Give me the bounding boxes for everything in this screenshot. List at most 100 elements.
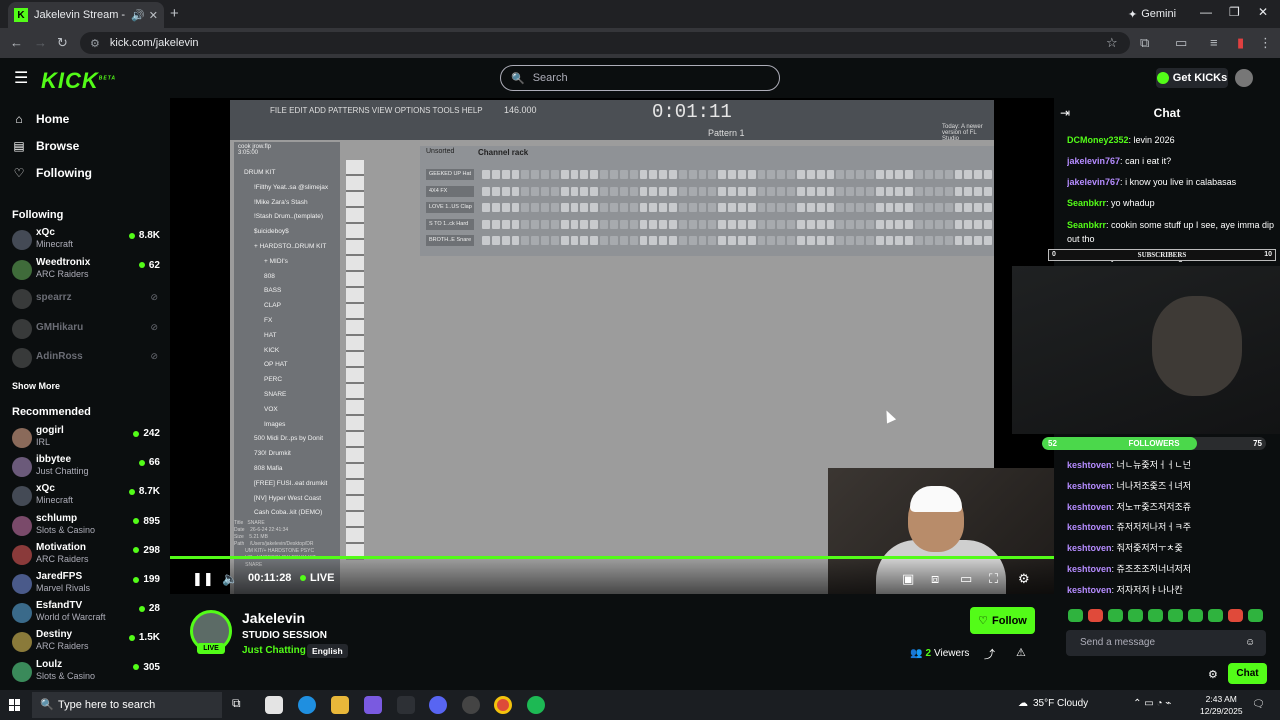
sidebar-channel[interactable]: GMHikaru ⊘ — [12, 314, 160, 342]
more-menu-icon[interactable]: ⋮ — [1259, 35, 1272, 51]
chat-send-button[interactable]: Chat — [1228, 663, 1267, 684]
chat-username[interactable]: keshtoven — [1067, 543, 1112, 553]
chrome-icon[interactable] — [494, 696, 512, 714]
emote-icon[interactable] — [1128, 609, 1143, 622]
chat-username[interactable]: DCMoney2352 — [1067, 135, 1129, 145]
chat-settings-icon[interactable]: ⚙ — [1208, 668, 1218, 681]
site-info-icon[interactable]: ⚙ — [90, 37, 100, 50]
chat-username[interactable]: keshtoven — [1067, 481, 1112, 491]
cast-icon[interactable]: ▭ — [1175, 35, 1187, 51]
nav-home[interactable]: ⌂ Home — [12, 112, 69, 126]
bookmark-star-icon[interactable]: ☆ — [1106, 35, 1118, 51]
emote-icon[interactable] — [1208, 609, 1223, 622]
kick-logo[interactable]: KICKBETA — [41, 68, 116, 94]
app-icon-2[interactable] — [397, 696, 415, 714]
audio-icon[interactable]: 🔊 — [131, 9, 145, 22]
get-kicks-button[interactable]: Get KICKs — [1156, 68, 1228, 88]
volume-icon[interactable]: 🔈 — [222, 571, 238, 587]
discord-icon[interactable] — [429, 696, 447, 714]
search-input[interactable]: 🔍 Search — [500, 65, 780, 91]
sidebar-channel[interactable]: EsfandTV World of Warcraft 28 — [12, 598, 160, 626]
report-icon[interactable]: ⚠ — [1016, 646, 1026, 659]
extensions-icon[interactable]: ⧉ — [1140, 35, 1149, 51]
live-indicator[interactable]: LIVE — [300, 572, 334, 584]
taskbar-search[interactable]: 🔍 Type here to search — [32, 692, 222, 718]
emoji-icon[interactable]: ☺ — [1245, 637, 1255, 648]
restore-icon[interactable]: ❐ — [1229, 5, 1240, 19]
sidebar-channel[interactable]: xQc Minecraft 8.7K — [12, 481, 160, 509]
chat-username[interactable]: keshtoven — [1067, 522, 1112, 532]
pause-icon[interactable]: ❚❚ — [192, 571, 214, 587]
emote-icon[interactable] — [1148, 609, 1163, 622]
spotify-icon[interactable] — [527, 696, 545, 714]
channel-avatar — [12, 515, 32, 536]
language-tag[interactable]: English — [307, 644, 348, 658]
back-icon[interactable]: ← — [10, 35, 23, 50]
sidebar-channel[interactable]: Weedtronix ARC Raiders 62 — [12, 255, 160, 283]
settings-gear-icon[interactable]: ⚙ — [1018, 571, 1030, 587]
emote-icon[interactable] — [1068, 609, 1083, 622]
sidebar-channel[interactable]: JaredFPS Marvel Rivals 199 — [12, 569, 160, 597]
nav-following[interactable]: ♡ Following — [12, 166, 92, 180]
chat-username[interactable]: Seanbkrr — [1067, 198, 1106, 208]
new-tab-icon[interactable]: + — [170, 5, 179, 22]
emote-icon[interactable] — [1188, 609, 1203, 622]
chat-username[interactable]: Seanbkrr — [1067, 220, 1106, 230]
close-window-icon[interactable]: ✕ — [1258, 5, 1268, 19]
share-icon[interactable]: ⤴ — [984, 646, 995, 662]
user-avatar[interactable] — [1235, 69, 1253, 87]
chat-username[interactable]: keshtoven — [1067, 460, 1112, 470]
browser-tab[interactable]: K Jakelevin Stream - Watch Li 🔊 ✕ — [8, 2, 164, 28]
media-icon[interactable]: ≡ — [1210, 35, 1218, 50]
reload-icon[interactable]: ↻ — [57, 35, 68, 51]
emote-icon[interactable] — [1228, 609, 1243, 622]
clock[interactable]: 2:43 AM 12/29/2025 — [1200, 693, 1243, 717]
chat-username[interactable]: jakelevin767 — [1067, 156, 1120, 166]
copilot-icon[interactable] — [364, 696, 382, 714]
sidebar-channel[interactable]: Loulz Slots & Casino 305 — [12, 657, 160, 685]
close-tab-icon[interactable]: ✕ — [149, 9, 158, 22]
hamburger-menu-icon[interactable]: ☰ — [14, 68, 28, 88]
sidebar-channel[interactable]: AdinRoss ⊘ — [12, 343, 160, 371]
edge-icon[interactable] — [298, 696, 316, 714]
sidebar-channel[interactable]: xQc Minecraft 8.8K — [12, 225, 160, 253]
sidebar-channel[interactable]: gogirl IRL 242 — [12, 423, 160, 451]
miniplayer-icon[interactable]: ⧈ — [931, 571, 939, 587]
task-view-icon[interactable]: ⧉ — [232, 696, 250, 714]
url-field[interactable]: ⚙ kick.com/jakelevin — [80, 32, 1130, 54]
windows-start-icon[interactable] — [9, 699, 21, 711]
fullscreen-icon[interactable]: ⛶ — [989, 571, 998, 587]
obs-icon[interactable] — [462, 696, 480, 714]
video-player[interactable]: FILE EDIT ADD PATTERNS VIEW OPTIONS TOOL… — [170, 98, 1054, 596]
chat-input[interactable]: Send a message — [1066, 630, 1266, 656]
file-explorer-icon[interactable] — [331, 696, 349, 714]
chat-username[interactable]: keshtoven — [1067, 564, 1112, 574]
emote-icon[interactable] — [1168, 609, 1183, 622]
nav-browse[interactable]: ▤ Browse — [12, 139, 79, 153]
profile-icon[interactable]: ▮ — [1237, 35, 1244, 51]
forward-icon[interactable]: → — [34, 35, 47, 50]
sidebar-channel[interactable]: Destiny ARC Raiders 1.5K — [12, 627, 160, 655]
tray-icons[interactable]: ⌃ ▭ ◔ ⌁ — [1133, 698, 1171, 709]
sidebar-channel[interactable]: Motivation ARC Raiders 298 — [12, 540, 160, 568]
sidebar-channel[interactable]: spearrz ⊘ — [12, 284, 160, 312]
sidebar-channel[interactable]: schlump Slots & Casino 895 — [12, 511, 160, 539]
streamer-name[interactable]: Jakelevin — [242, 610, 305, 626]
chat-username[interactable]: keshtoven — [1067, 585, 1112, 595]
app-icon[interactable] — [265, 696, 283, 714]
emote-icon[interactable] — [1248, 609, 1263, 622]
clip-icon[interactable]: ▣ — [902, 571, 914, 587]
chat-username[interactable]: jakelevin767 — [1067, 177, 1120, 187]
emote-icon[interactable] — [1108, 609, 1123, 622]
minimize-icon[interactable]: — — [1200, 5, 1212, 19]
sidebar-channel[interactable]: ibbytee Just Chatting 66 — [12, 452, 160, 480]
show-more-link[interactable]: Show More — [12, 381, 60, 391]
emote-icon[interactable] — [1088, 609, 1103, 622]
gemini-button[interactable]: ✦ Gemini — [1120, 5, 1184, 23]
follow-button[interactable]: ♡ Follow — [970, 607, 1035, 634]
theater-mode-icon[interactable]: ▭ — [960, 571, 972, 587]
chat-username[interactable]: keshtoven — [1067, 502, 1112, 512]
weather-text[interactable]: 35°F Cloudy — [1033, 698, 1088, 709]
notification-icon[interactable]: 🗨 — [1252, 699, 1265, 710]
stream-category-link[interactable]: Just Chatting — [242, 645, 306, 656]
